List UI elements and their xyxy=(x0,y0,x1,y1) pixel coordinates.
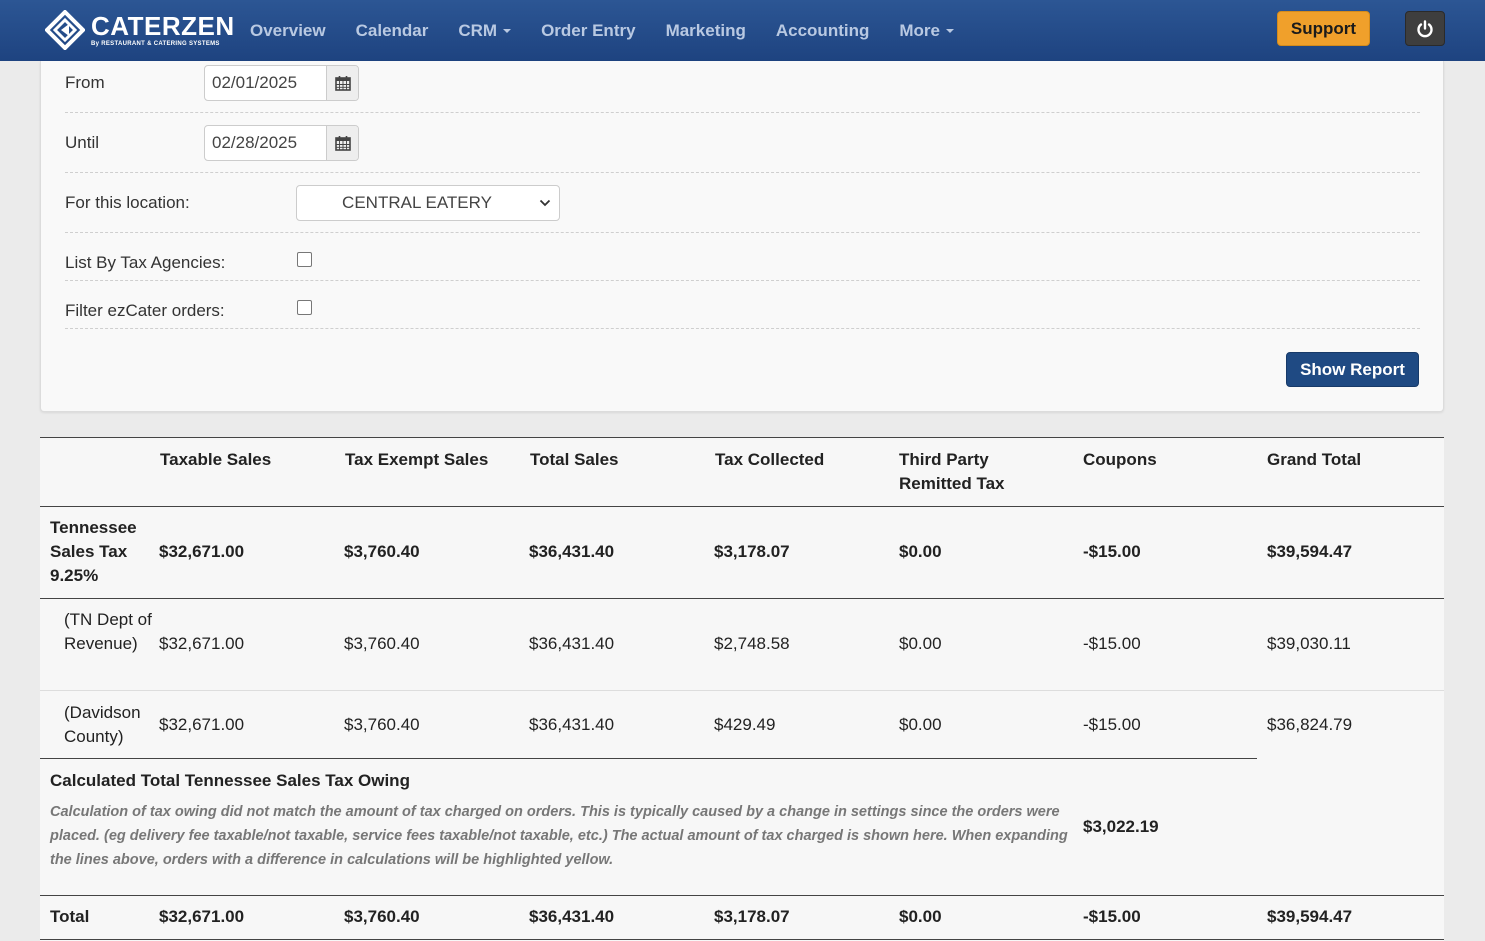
total-grand-total: $39,594.47 xyxy=(1267,907,1353,926)
total-tax-collected: $3,178.07 xyxy=(714,907,790,926)
from-date-input[interactable] xyxy=(205,66,326,100)
row-name[interactable]: Tennessee Sales Tax 9.25% xyxy=(50,516,150,588)
grand-total-value: $39,030.11 xyxy=(1267,634,1351,653)
tax-collected-value: $429.49 xyxy=(714,715,776,734)
logout-button[interactable] xyxy=(1405,11,1445,46)
taxable-sales-value: $32,671.00 xyxy=(159,542,245,561)
header-grand-total: Grand Total xyxy=(1267,450,1362,469)
coupons-value: -$15.00 xyxy=(1083,715,1141,734)
report-filter-panel: From Until xyxy=(40,61,1444,412)
brand-name: CATERZEN xyxy=(91,11,235,41)
caret-down-icon xyxy=(945,29,954,34)
owing-title: Calculated Total Tennessee Sales Tax Owi… xyxy=(50,771,410,790)
third-party-tax-value: $0.00 xyxy=(899,542,942,561)
nav-marketing[interactable]: Marketing xyxy=(651,21,761,41)
total-taxable-sales: $32,671.00 xyxy=(159,907,245,926)
header-taxable-sales: Taxable Sales xyxy=(160,450,272,469)
from-label: From xyxy=(65,73,105,92)
until-date-group xyxy=(204,125,359,161)
chevron-down-icon xyxy=(539,199,551,207)
total-third-party-tax: $0.00 xyxy=(899,907,942,926)
total-total-sales: $36,431.40 xyxy=(529,907,615,926)
tax-agencies-label: List By Tax Agencies: xyxy=(65,253,226,272)
location-select-value: CENTRAL EATERY xyxy=(342,193,492,212)
location-label: For this location: xyxy=(65,193,190,212)
from-row: From xyxy=(65,61,1420,113)
support-button[interactable]: Support xyxy=(1277,11,1370,46)
taxable-sales-value: $32,671.00 xyxy=(159,634,245,653)
main-nav: Overview Calendar CRM Order Entry Market… xyxy=(235,0,969,61)
until-row: Until xyxy=(65,113,1420,173)
nav-marketing-label: Marketing xyxy=(665,20,746,40)
total-label: Total xyxy=(50,907,90,926)
location-select[interactable]: CENTRAL EATERY xyxy=(296,185,560,221)
grand-total-value: $36,824.79 xyxy=(1267,715,1353,734)
from-date-group xyxy=(204,65,359,101)
header-tax-exempt-sales: Tax Exempt Sales xyxy=(345,450,489,469)
row-name[interactable]: (Davidson County) xyxy=(64,701,159,749)
nav-overview[interactable]: Overview xyxy=(235,21,341,41)
owing-value: $3,022.19 xyxy=(1083,817,1159,836)
header-third-party-remitted-tax: Third Party Remitted Tax xyxy=(899,450,1005,493)
nav-calendar-label: Calendar xyxy=(355,20,429,40)
header-total-sales: Total Sales xyxy=(530,450,619,469)
until-calendar-button[interactable] xyxy=(326,126,358,160)
row-divider xyxy=(40,598,1444,599)
owing-note: Calculation of tax owing did not match t… xyxy=(50,804,1068,868)
tax-collected-value: $2,748.58 xyxy=(714,634,790,653)
total-divider xyxy=(40,895,1444,896)
grand-total-value: $39,594.47 xyxy=(1267,542,1353,561)
total-tax-exempt-sales: $3,760.40 xyxy=(344,907,420,926)
top-navbar: CATERZEN By RESTAURANT & CATERING SYSTEM… xyxy=(0,0,1485,61)
row-divider xyxy=(40,758,1257,759)
row-divider xyxy=(40,690,1444,691)
total-sales-value: $36,431.40 xyxy=(529,542,615,561)
location-row: For this location: CENTRAL EATERY xyxy=(65,173,1420,233)
header-coupons: Coupons xyxy=(1083,450,1157,469)
taxable-sales-value: $32,671.00 xyxy=(159,715,245,734)
ezcater-row: Filter ezCater orders: xyxy=(65,281,1420,329)
tax-exempt-sales-value: $3,760.40 xyxy=(344,542,420,561)
third-party-tax-value: $0.00 xyxy=(899,715,942,734)
show-report-button[interactable]: Show Report xyxy=(1286,352,1419,387)
nav-crm[interactable]: CRM xyxy=(443,21,526,41)
nav-accounting-label: Accounting xyxy=(775,20,870,40)
nav-more-label: More xyxy=(899,20,940,40)
total-coupons: -$15.00 xyxy=(1083,907,1141,926)
coupons-value: -$15.00 xyxy=(1083,542,1141,561)
tax-exempt-sales-value: $3,760.40 xyxy=(344,715,420,734)
calendar-icon xyxy=(334,136,351,151)
tax-agencies-checkbox[interactable] xyxy=(297,252,312,267)
nav-order-entry-label: Order Entry xyxy=(541,20,636,40)
caterzen-logo-icon xyxy=(45,10,85,50)
header-divider xyxy=(40,506,1444,507)
ezcater-checkbox[interactable] xyxy=(297,300,312,315)
until-label: Until xyxy=(65,133,100,152)
from-calendar-button[interactable] xyxy=(326,66,358,100)
nav-order-entry[interactable]: Order Entry xyxy=(526,21,650,41)
caterzen-logo[interactable]: CATERZEN By RESTAURANT & CATERING SYSTEM… xyxy=(45,10,235,50)
nav-overview-label: Overview xyxy=(250,20,326,40)
coupons-value: -$15.00 xyxy=(1083,634,1141,653)
nav-crm-label: CRM xyxy=(458,20,498,40)
caret-down-icon xyxy=(503,29,512,34)
row-name[interactable]: (TN Dept of Revenue) xyxy=(64,608,154,656)
calendar-icon xyxy=(334,76,351,91)
power-icon xyxy=(1417,19,1433,37)
tax-collected-value: $3,178.07 xyxy=(714,542,790,561)
ezcater-label: Filter ezCater orders: xyxy=(65,301,225,320)
table-bottom-border xyxy=(40,939,1444,940)
third-party-tax-value: $0.00 xyxy=(899,634,942,653)
nav-more[interactable]: More xyxy=(884,21,969,41)
tax-exempt-sales-value: $3,760.40 xyxy=(344,634,420,653)
sales-tax-report-table: Taxable Sales Tax Exempt Sales Total Sal… xyxy=(40,437,1444,941)
brand-subtitle: By RESTAURANT & CATERING SYSTEMS xyxy=(91,41,220,47)
header-tax-collected: Tax Collected xyxy=(715,450,825,469)
nav-accounting[interactable]: Accounting xyxy=(761,21,885,41)
nav-calendar[interactable]: Calendar xyxy=(341,21,444,41)
total-sales-value: $36,431.40 xyxy=(529,634,615,653)
total-sales-value: $36,431.40 xyxy=(529,715,615,734)
until-date-input[interactable] xyxy=(205,126,326,160)
tax-agencies-row: List By Tax Agencies: xyxy=(65,233,1420,281)
